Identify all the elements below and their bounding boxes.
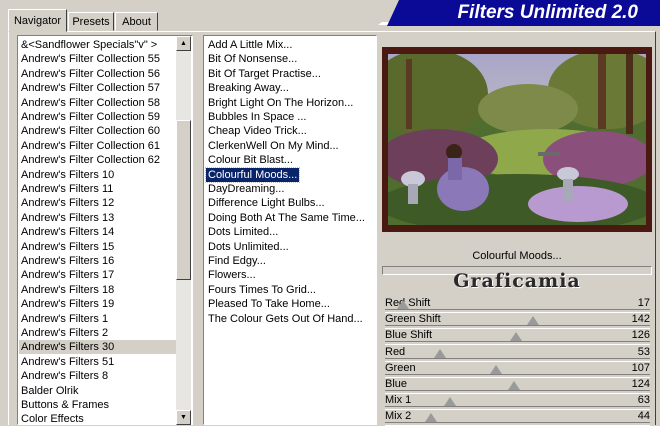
filter-item-selected[interactable]: Colourful Moods... (204, 166, 301, 183)
category-item[interactable]: Andrew's Filter Collection 57 (19, 81, 177, 95)
tab-about[interactable]: About (115, 12, 158, 31)
filter-item[interactable]: Flowers... (206, 268, 258, 282)
slider-track[interactable] (385, 413, 650, 426)
filter-item[interactable]: Breaking Away... (206, 81, 291, 95)
category-item-selected[interactable]: Andrew's Filters 30 (19, 340, 177, 355)
filter-item[interactable]: Dots Limited... (206, 225, 280, 239)
category-item[interactable]: Andrew's Filter Collection 60 (19, 124, 177, 138)
category-item[interactable]: Andrew's Filter Collection 59 (19, 110, 177, 124)
filter-item[interactable]: Cheap Video Trick... (206, 124, 309, 138)
slider-green[interactable]: Green 107 (382, 360, 652, 378)
slider-thumb[interactable] (424, 413, 437, 423)
category-item[interactable]: Andrew's Filters 11 (19, 182, 177, 196)
category-item[interactable]: Andrew's Filter Collection 55 (19, 52, 177, 66)
filter-item[interactable]: Find Edgy... (206, 254, 268, 268)
category-item[interactable]: Andrew's Filter Collection 58 (19, 96, 177, 110)
category-item[interactable]: Buttons & Frames (19, 398, 177, 412)
filter-item[interactable]: ClerkenWell On My Mind... (206, 139, 341, 153)
category-item[interactable]: Andrew's Filters 16 (19, 254, 177, 268)
slider-mix-2[interactable]: Mix 2 44 (382, 408, 652, 426)
category-item[interactable]: Andrew's Filter Collection 56 (19, 67, 177, 81)
category-item[interactable]: &<Sandflower Specials"v" > (19, 38, 177, 52)
category-item[interactable]: Andrew's Filters 14 (19, 225, 177, 239)
slider-thumb[interactable] (490, 364, 503, 374)
filter-item[interactable]: Pleased To Take Home... (206, 297, 332, 311)
slider-blue[interactable]: Blue 124 (382, 376, 652, 394)
preview-filter-name: Colourful Moods... (472, 250, 562, 262)
slider-blue-shift[interactable]: Blue Shift 126 (382, 327, 652, 346)
filter-item[interactable]: Fours Times To Grid... (206, 283, 318, 297)
slider-mix-1[interactable]: Mix 1 63 (382, 392, 652, 411)
filter-item[interactable]: Bright Light On The Horizon... (206, 96, 355, 110)
slider-thumb[interactable] (526, 316, 539, 326)
app-title: Filters Unlimited 2.0 (387, 0, 660, 26)
filter-item[interactable]: Bit Of Nonsense... (206, 52, 299, 66)
category-item[interactable]: Andrew's Filters 2 (19, 326, 177, 340)
filter-item[interactable]: Dots Unlimited... (206, 240, 291, 254)
category-item[interactable]: Andrew's Filters 10 (19, 168, 177, 182)
slider-thumb[interactable] (507, 381, 520, 390)
scrollbar-thumb[interactable] (176, 120, 191, 280)
category-list[interactable]: &<Sandflower Specials"v" > Andrew's Filte… (17, 35, 193, 425)
preview-frame (382, 47, 652, 232)
watermark: Graficamia (453, 270, 581, 292)
filter-list[interactable]: Add A Little Mix... Bit Of Nonsense... Bit… (203, 35, 377, 425)
category-item[interactable]: Andrew's Filters 13 (19, 211, 177, 225)
arrow-up-icon[interactable]: ▲ (176, 36, 191, 51)
filter-item[interactable]: The Colour Gets Out Of Hand... (206, 312, 365, 326)
arrow-down-icon[interactable]: ▼ (176, 410, 191, 425)
tab-navigator[interactable]: Navigator (8, 9, 67, 32)
category-item[interactable]: Andrew's Filters 15 (19, 240, 177, 254)
filter-item[interactable]: Difference Light Bulbs... (206, 196, 327, 210)
slider-green-shift[interactable]: Green Shift 142 (382, 311, 652, 330)
slider-red-shift[interactable]: Red Shift 17 (382, 295, 652, 313)
category-item[interactable]: Andrew's Filters 12 (19, 196, 177, 210)
category-item[interactable]: Balder Olrik (19, 384, 177, 398)
filter-item[interactable]: Bubbles In Space ... (206, 110, 308, 124)
filter-item[interactable]: Bit Of Target Practise... (206, 67, 323, 81)
slider-thumb[interactable] (434, 348, 447, 358)
slider-thumb[interactable] (444, 397, 457, 407)
category-item[interactable]: Andrew's Filters 17 (19, 268, 177, 282)
filter-item[interactable]: DayDreaming... (206, 182, 286, 196)
category-scrollbar[interactable]: ▲ ▼ (176, 36, 191, 425)
slider-red[interactable]: Red 53 (382, 344, 652, 362)
category-item[interactable]: Andrew's Filters 8 (19, 369, 177, 383)
filter-item[interactable]: Colour Bit Blast... (206, 153, 295, 167)
category-item[interactable]: Andrew's Filter Collection 61 (19, 139, 177, 153)
category-item[interactable]: Andrew's Filters 51 (19, 355, 177, 369)
category-item[interactable]: Color Effects (19, 412, 177, 424)
category-item[interactable]: Andrew's Filters 1 (19, 312, 177, 326)
category-item[interactable]: Andrew's Filter Collection 62 (19, 153, 177, 167)
filter-item[interactable]: Add A Little Mix... (206, 38, 294, 52)
filter-item[interactable]: Doing Both At The Same Time... (206, 211, 367, 225)
tab-presets[interactable]: Presets (68, 12, 114, 31)
slider-thumb[interactable] (509, 332, 522, 342)
slider-thumb[interactable] (396, 300, 409, 309)
category-item[interactable]: Andrew's Filters 18 (19, 283, 177, 297)
preview-image (388, 54, 646, 225)
category-item[interactable]: Andrew's Filters 19 (19, 297, 177, 311)
